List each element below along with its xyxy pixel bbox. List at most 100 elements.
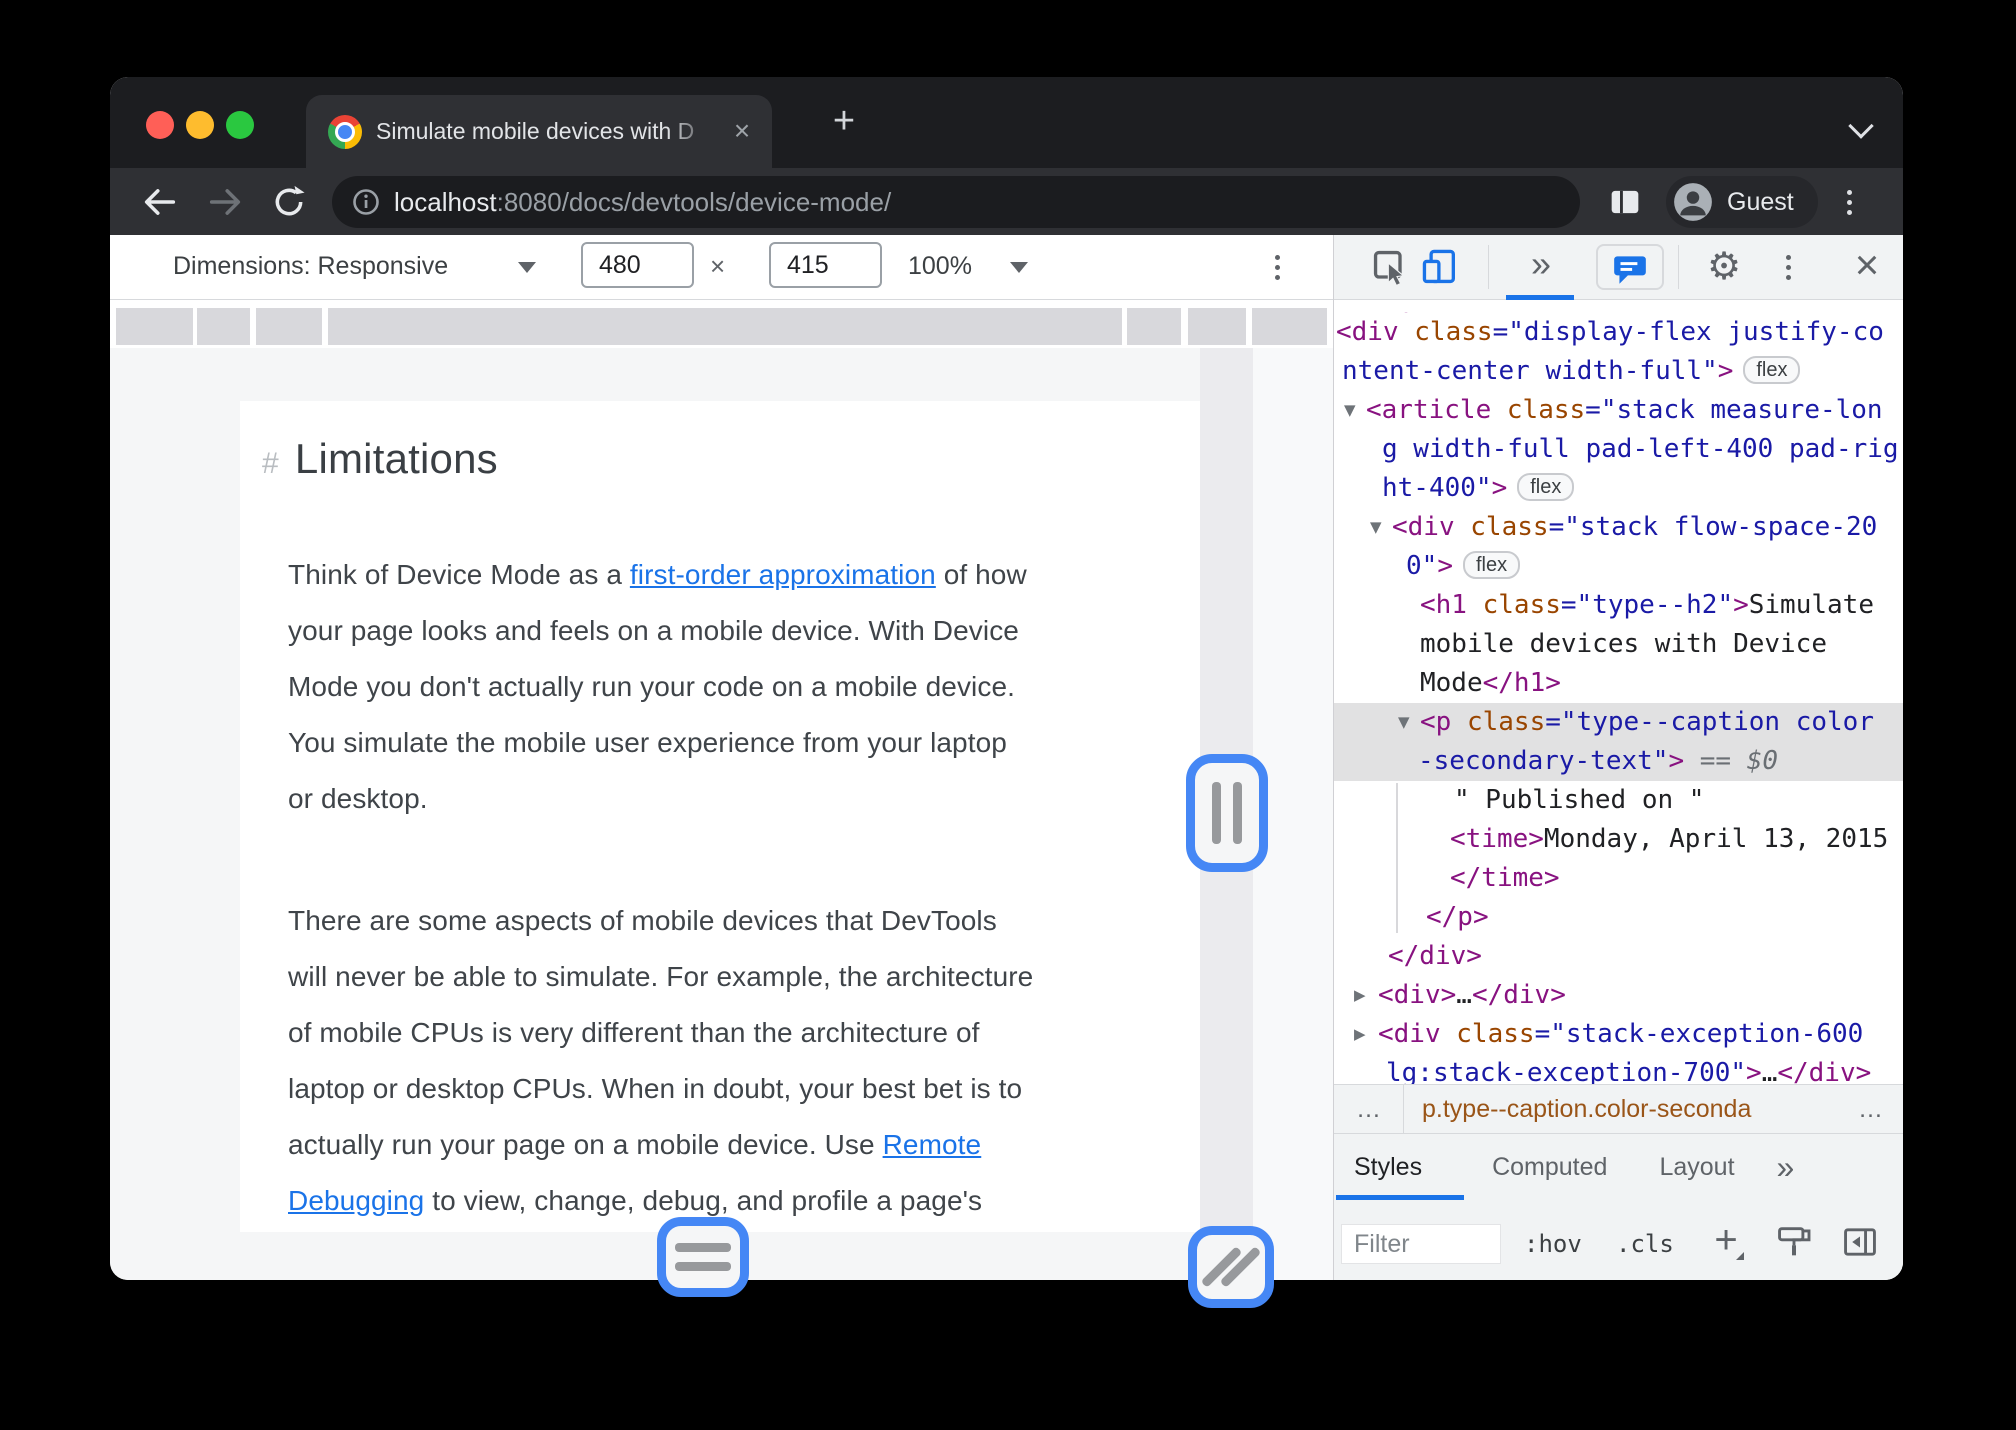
window-close-button[interactable] xyxy=(146,111,174,139)
flex-badge[interactable]: flex xyxy=(1517,473,1575,501)
tab-search-chevron-icon[interactable] xyxy=(1848,113,1874,139)
new-tab-button[interactable]: + xyxy=(822,77,866,168)
expand-arrow-icon[interactable]: ▶ xyxy=(1354,1015,1366,1054)
zoom-dropdown[interactable]: 100% xyxy=(908,235,972,298)
dom-tree-row[interactable]: </div> xyxy=(1334,937,1903,976)
more-panels-chevron[interactable]: » xyxy=(1518,235,1564,293)
paragraph: There are some aspects of mobile devices… xyxy=(288,905,1034,1216)
feedback-chat-icon[interactable] xyxy=(1596,244,1664,290)
dom-tree-row[interactable]: ▶ <div class="stack-exception-600 xyxy=(1334,1015,1903,1054)
page-link[interactable]: Remote Debugging xyxy=(288,1129,981,1216)
reload-button[interactable] xyxy=(269,182,309,222)
page-link[interactable]: first-order approximation xyxy=(630,559,936,590)
styles-filter-input[interactable] xyxy=(1341,1224,1501,1264)
window-minimize-button[interactable] xyxy=(186,111,214,139)
dom-tree-row[interactable]: ntent-center width-full"> flex xyxy=(1334,352,1903,391)
dimensions-separator: × xyxy=(710,251,726,281)
heading-anchor-hash[interactable]: # xyxy=(262,447,279,480)
tab-styles[interactable]: Styles xyxy=(1354,1153,1422,1182)
dom-tree-row[interactable]: </p> xyxy=(1334,898,1903,937)
viewport-resize-handle-right[interactable] xyxy=(1186,754,1268,872)
url-host: localhost xyxy=(394,186,497,217)
dimensions-dropdown[interactable]: Dimensions: Responsive xyxy=(173,235,448,298)
viewport-width-input[interactable] xyxy=(581,242,694,288)
device-toolbar: Dimensions: Responsive × 100% xyxy=(110,235,1333,300)
dom-tree-row[interactable]: ▶ <div>…</div> xyxy=(1334,976,1903,1015)
computed-sidebar-toggle-icon[interactable] xyxy=(1840,1222,1880,1262)
device-mode-viewport: Dimensions: Responsive × 100% xyxy=(110,235,1333,1280)
browser-window: Simulate mobile devices with D × + local… xyxy=(110,77,1903,1280)
dom-tree-row[interactable]: mobile devices with Device xyxy=(1334,625,1903,664)
breadcrumb-divider xyxy=(1403,1085,1404,1133)
new-style-rule-icon[interactable]: + xyxy=(1706,1218,1746,1264)
dom-tree-row[interactable]: -secondary-text"> == $0 xyxy=(1334,742,1903,781)
tab-computed[interactable]: Computed xyxy=(1492,1153,1607,1182)
device-toolbar-menu-icon[interactable] xyxy=(1275,255,1280,280)
dom-tree-row[interactable]: <time>Monday, April 13, 2015 xyxy=(1334,820,1903,859)
dom-tree-row[interactable]: <h1 class="type--h2">Simulate xyxy=(1334,586,1903,625)
element-classes-button[interactable]: .cls xyxy=(1616,1224,1674,1264)
tab-close-icon[interactable]: × xyxy=(726,95,758,168)
ruler-segment xyxy=(197,308,250,345)
dom-tree-row[interactable]: Mode</h1> xyxy=(1334,664,1903,703)
dimensions-dropdown-arrow-icon[interactable] xyxy=(518,262,536,273)
window-zoom-button[interactable] xyxy=(226,111,254,139)
back-button[interactable] xyxy=(140,182,180,222)
devtools-menu-icon[interactable] xyxy=(1786,255,1791,280)
browser-content: Dimensions: Responsive × 100% xyxy=(110,235,1903,1280)
collapse-arrow-icon[interactable]: ▼ xyxy=(1370,508,1382,547)
browser-menu-icon[interactable] xyxy=(1847,190,1852,215)
dom-tree-row[interactable]: ▼ <p class="type--caption color xyxy=(1334,703,1903,742)
more-tabs-chevron[interactable]: » xyxy=(1777,1149,1795,1186)
viewport-height-input[interactable] xyxy=(769,242,882,288)
viewport-resize-handle-bottom[interactable] xyxy=(657,1217,749,1297)
avatar xyxy=(1673,182,1713,222)
ruler-segment xyxy=(1127,308,1181,345)
dom-tree-row[interactable]: " Published on " xyxy=(1334,781,1903,820)
collapse-arrow-icon[interactable]: ▼ xyxy=(1398,703,1410,742)
collapse-arrow-icon[interactable]: ▼ xyxy=(1344,391,1356,430)
side-panel-icon[interactable] xyxy=(1605,182,1645,222)
dom-tree-row[interactable]: lg:stack-exception-700">…</div> xyxy=(1334,1054,1903,1084)
browser-navigation-bar: localhost:8080/docs/devtools/device-mode… xyxy=(110,168,1903,235)
viewport-resize-handle-corner[interactable] xyxy=(1188,1226,1274,1308)
site-info-icon[interactable] xyxy=(348,184,384,220)
expand-arrow-icon[interactable]: ▶ xyxy=(1354,976,1366,1015)
ruler-segment xyxy=(256,308,322,345)
flex-badge[interactable]: flex xyxy=(1743,356,1801,384)
page-content-card: # Limitations Think of Device Mode as a f… xyxy=(240,401,1200,1232)
ruler-segment xyxy=(116,308,193,345)
paint-roller-icon[interactable] xyxy=(1774,1222,1814,1262)
profile-chip[interactable]: Guest xyxy=(1666,176,1818,228)
heading-text: Limitations xyxy=(294,435,498,482)
chrome-favicon-icon xyxy=(328,115,362,149)
inspect-element-icon[interactable] xyxy=(1370,247,1410,287)
devtools-toolbar: » ⚙ × xyxy=(1334,235,1903,300)
toggle-element-state-button[interactable]: :hov xyxy=(1524,1224,1582,1264)
forward-button[interactable] xyxy=(205,182,245,222)
dom-tree-row[interactable]: </time> xyxy=(1334,859,1903,898)
breadcrumb-overflow-right[interactable]: … xyxy=(1848,1085,1903,1133)
devtools-close-icon[interactable]: × xyxy=(1840,235,1894,295)
browser-tab[interactable]: Simulate mobile devices with D × xyxy=(306,95,772,168)
flex-badge[interactable]: flex xyxy=(1462,551,1521,579)
styles-pane-tabs: Styles Computed Layout » xyxy=(1334,1134,1903,1200)
dom-tree-row[interactable]: ht-400"> flex xyxy=(1334,469,1903,508)
settings-gear-icon[interactable]: ⚙ xyxy=(1702,235,1746,297)
dom-tree-row[interactable]: ▼ <article class="stack measure-lon xyxy=(1334,391,1903,430)
device-toolbar-toggle-icon[interactable] xyxy=(1420,247,1460,287)
dom-tree-row[interactable]: ▼ <div class="stack flow-space-20 xyxy=(1334,508,1903,547)
styles-filter-bar: :hov .cls + xyxy=(1334,1200,1903,1280)
dom-tree-row[interactable]: g width-full pad-left-400 pad-rig xyxy=(1334,430,1903,469)
dom-tree-row[interactable]: y g … xyxy=(1334,300,1903,313)
tab-layout[interactable]: Layout xyxy=(1659,1153,1734,1182)
zoom-dropdown-arrow-icon[interactable] xyxy=(1010,262,1028,273)
dom-tree-row[interactable]: <div class="display-flex justify-co xyxy=(1334,313,1903,352)
dom-tree-row[interactable]: 0"> flex xyxy=(1334,547,1903,586)
devtools-panel: » ⚙ × y g …<div class="display-flex just… xyxy=(1333,235,1903,1280)
dom-tree: y g …<div class="display-flex justify-co… xyxy=(1334,300,1903,1084)
url-bar[interactable]: localhost:8080/docs/devtools/device-mode… xyxy=(332,176,1580,228)
dom-breadcrumb-bar: … p.type--caption.color-seconda … xyxy=(1334,1084,1903,1134)
breadcrumb-selected-node[interactable]: p.type--caption.color-seconda xyxy=(1422,1095,1751,1124)
breadcrumb-overflow-left[interactable]: … xyxy=(1356,1095,1383,1124)
